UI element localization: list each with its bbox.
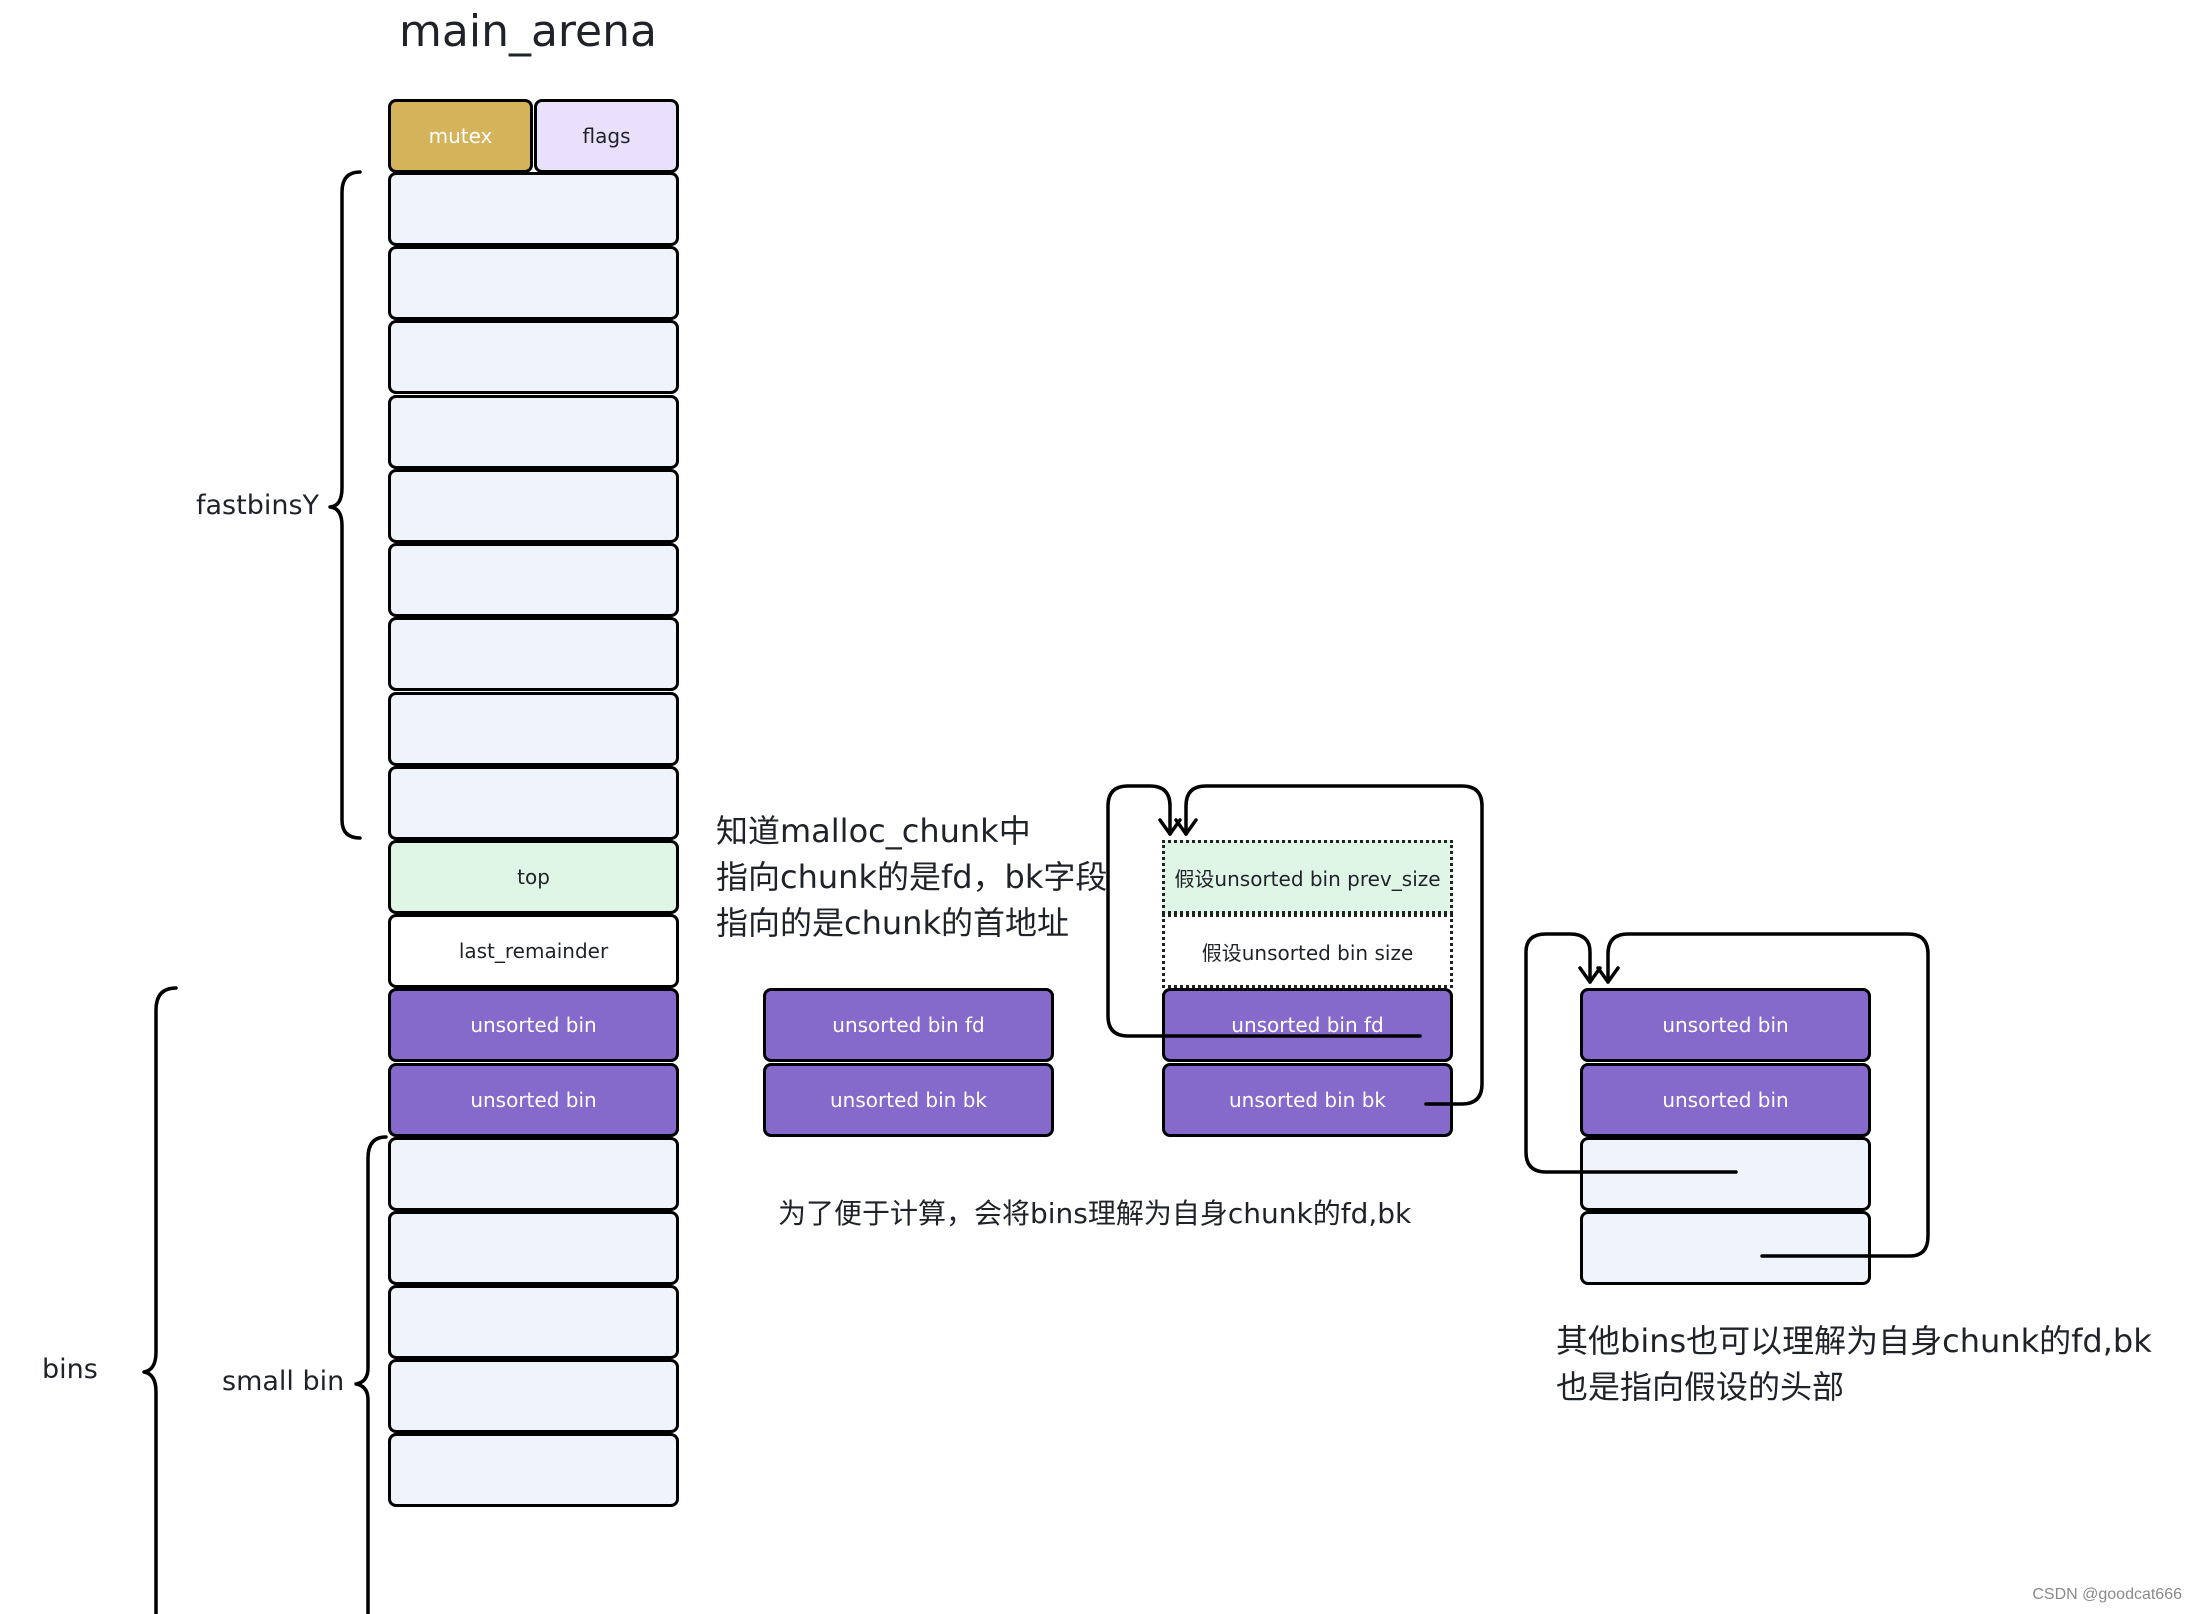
far-right-caption: 其他bins也可以理解为自身chunk的fd,bk 也是指向假设的头部 xyxy=(1556,1322,2152,1406)
middle-unsorted-fd: unsorted bin fd xyxy=(763,988,1054,1062)
far-right-unsorted-bin: unsorted bin xyxy=(1580,1063,1871,1137)
mutex-field: mutex xyxy=(388,99,533,173)
fastbin-slot xyxy=(388,617,679,691)
flags-field: flags xyxy=(534,99,679,173)
fastbin-slot xyxy=(388,766,679,840)
bins-brace xyxy=(142,986,178,1614)
middle-caption: 为了便于计算，会将bins理解为自身chunk的fd,bk xyxy=(778,1197,1412,1230)
small-bin-slot xyxy=(388,1211,679,1285)
fd-arrowhead-icon xyxy=(1158,818,1182,836)
fastbin-slot xyxy=(388,692,679,766)
fastbin-slot xyxy=(388,543,679,617)
top-field: top xyxy=(388,840,679,914)
far-fd-arrowhead-icon xyxy=(1578,966,1602,984)
fastbin-slot xyxy=(388,469,679,543)
right-unsorted-fd: unsorted bin fd xyxy=(1162,988,1453,1062)
small-bin-slot xyxy=(388,1359,679,1433)
watermark: CSDN @goodcat666 xyxy=(2032,1586,2182,1603)
small-bin-slot xyxy=(388,1137,679,1211)
assumed-prev-size-field: 假设unsorted bin prev_size xyxy=(1162,840,1453,914)
fastbins-brace xyxy=(328,170,362,840)
bins-label: bins xyxy=(42,1354,98,1385)
right-unsorted-bk: unsorted bin bk xyxy=(1162,1063,1453,1137)
unsorted-bin-slot: unsorted bin xyxy=(388,1063,679,1137)
last-remainder-field: last_remainder xyxy=(388,914,679,988)
fastbin-slot xyxy=(388,320,679,394)
fd-bk-explanation-note: 知道malloc_chunk中 指向chunk的是fd，bk字段 指向的是chu… xyxy=(716,812,1108,942)
fastbin-slot xyxy=(388,246,679,320)
assumed-size-field: 假设unsorted bin size xyxy=(1162,914,1453,988)
small-bin-slot xyxy=(388,1433,679,1507)
far-right-unsorted-bin: unsorted bin xyxy=(1580,988,1871,1062)
small-bin-label: small bin xyxy=(222,1366,345,1397)
middle-unsorted-bk: unsorted bin bk xyxy=(763,1063,1054,1137)
bk-arrowhead-icon xyxy=(1174,818,1198,836)
fastbins-label: fastbinsY xyxy=(196,490,320,521)
fastbin-slot xyxy=(388,395,679,469)
unsorted-bin-slot: unsorted bin xyxy=(388,988,679,1062)
small-bin-slot xyxy=(388,1285,679,1359)
far-bk-arrowhead-icon xyxy=(1596,966,1620,984)
small-bin-brace xyxy=(354,1135,388,1614)
far-right-bin-slot xyxy=(1580,1137,1871,1211)
fastbin-slot xyxy=(388,172,679,246)
diagram-title: main_arena xyxy=(399,6,657,57)
far-right-bin-slot xyxy=(1580,1211,1871,1285)
